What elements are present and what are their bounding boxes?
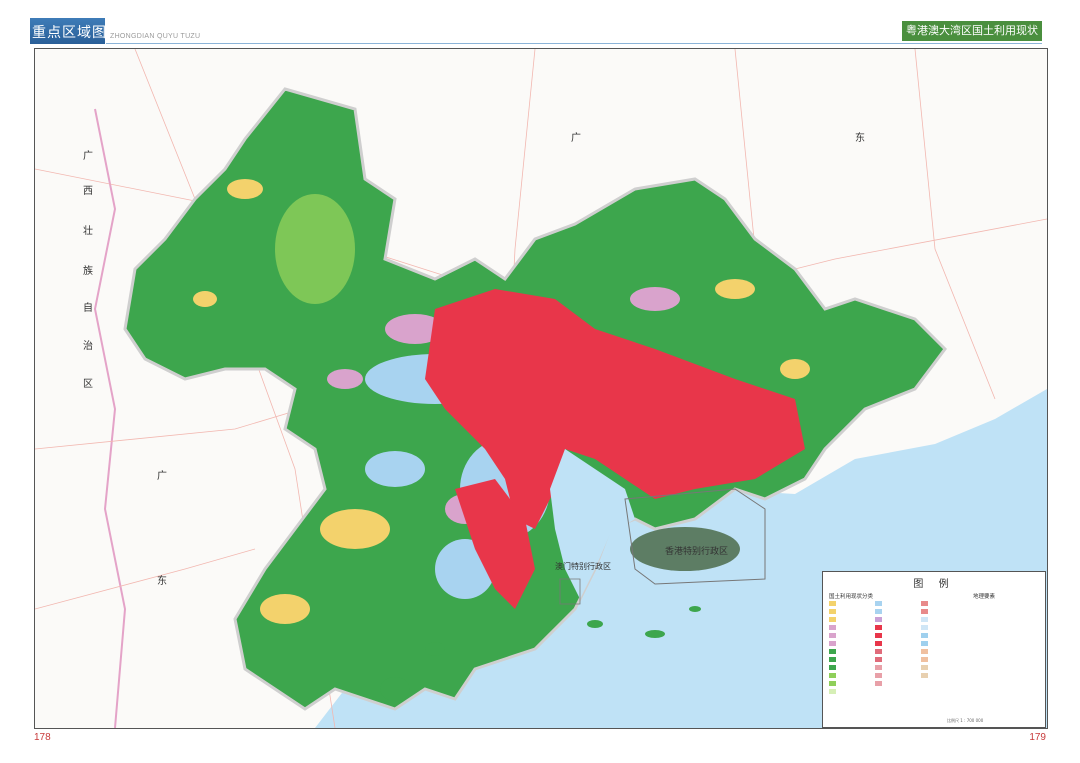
- swatch-grass-2: [829, 681, 836, 686]
- label-macau: 澳门特别行政区: [555, 561, 611, 571]
- map-legend: 图 例 国土利用现状分类 地理要素 比例尺 1: 700 000: [822, 571, 1046, 728]
- label-guangdong-top-2: 东: [855, 131, 865, 144]
- legend-geo-heading: 地理要素: [973, 594, 996, 600]
- swatch-transport-2: [875, 673, 882, 678]
- legend-land-use-heading: 国土利用现状分类: [829, 594, 874, 600]
- swatch-urban: [875, 625, 882, 630]
- label-guangxi-7: 区: [83, 378, 93, 390]
- swatch-other-5: [921, 665, 928, 670]
- swatch-garden-3: [829, 641, 836, 646]
- swatch-other-2: [921, 609, 928, 614]
- swatch-transport: [875, 665, 882, 670]
- label-guangxi-3: 壮: [83, 225, 93, 237]
- swatch-garden: [829, 625, 836, 630]
- swatch-forest-2: [829, 657, 836, 662]
- swatch-water-5: [921, 633, 928, 638]
- swatch-industrial: [875, 617, 882, 622]
- page-number-left: 178: [34, 732, 51, 743]
- swatch-urban-3: [875, 641, 882, 646]
- legend-scale: 比例尺 1 : 700 000: [947, 718, 984, 723]
- label-guangxi-1: 广: [83, 150, 93, 162]
- label-guangxi-4: 族: [83, 264, 93, 277]
- label-guangxi-2: 西: [83, 186, 93, 197]
- swatch-other-6: [921, 673, 928, 678]
- label-guangdong-left-2: 东: [157, 574, 167, 587]
- map-title: 粤港澳大湾区国土利用现状: [902, 21, 1042, 41]
- swatch-water-2: [875, 609, 882, 614]
- label-guangdong-left-1: 广: [157, 470, 167, 482]
- map-frame: 广 西 壮 族 自 治 区 广 东 广 东 香港特别行政区 澳门特别行政区 图 …: [34, 48, 1048, 729]
- swatch-farmland: [829, 601, 836, 606]
- swatch-water: [875, 601, 882, 606]
- swatch-urban-5: [875, 657, 882, 662]
- swatch-water-4: [921, 625, 928, 630]
- label-hong-kong: 香港特别行政区: [665, 545, 728, 557]
- swatch-garden-2: [829, 633, 836, 638]
- swatch-other-3: [921, 649, 928, 654]
- header-rule: [106, 43, 1042, 44]
- legend-title: 图 例: [913, 579, 955, 590]
- province-boundary: [93, 108, 127, 728]
- section-pinyin: ZHONGDIAN QUYU TUZU: [110, 33, 201, 40]
- label-guangdong-top-1: 广: [571, 132, 581, 144]
- swatch-farmland-3: [829, 617, 836, 622]
- section-title: 重点区域图组: [32, 25, 122, 41]
- swatch-grass: [829, 673, 836, 678]
- swatch-water-6: [921, 641, 928, 646]
- swatch-grass-3: [829, 689, 836, 694]
- swatch-other-1: [921, 601, 928, 606]
- label-guangxi-5: 自: [83, 301, 93, 314]
- swatch-other-4: [921, 657, 928, 662]
- swatch-urban-4: [875, 649, 882, 654]
- swatch-forest: [829, 649, 836, 654]
- swatch-water-3: [921, 617, 928, 622]
- label-guangxi-6: 治: [83, 339, 93, 352]
- swatch-urban-2: [875, 633, 882, 638]
- grassland-patch: [275, 194, 355, 304]
- swatch-transport-3: [875, 681, 882, 686]
- swatch-forest-3: [829, 665, 836, 670]
- swatch-farmland-2: [829, 609, 836, 614]
- legend-col-3: [921, 600, 967, 680]
- legend-col-1: [829, 600, 875, 696]
- legend-col-2: [875, 600, 921, 688]
- page-number-right: 179: [1029, 732, 1046, 743]
